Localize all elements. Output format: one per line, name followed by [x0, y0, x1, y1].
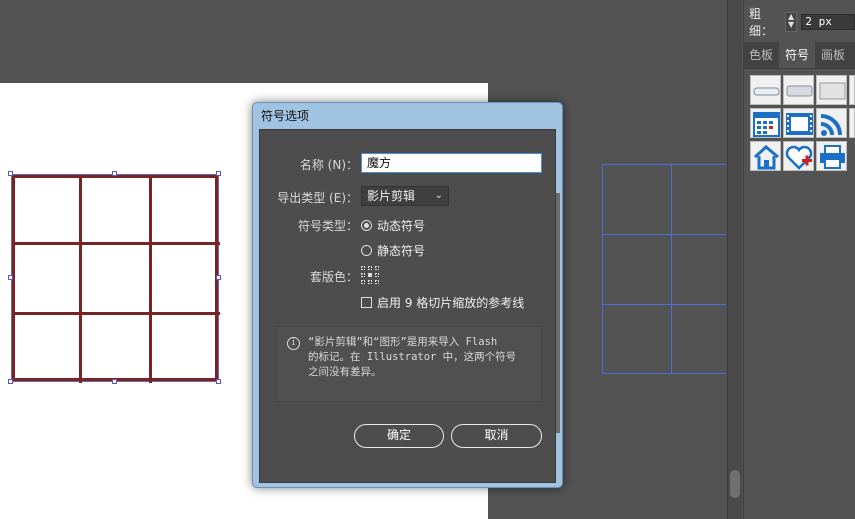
name-input[interactable]: 魔方 — [361, 153, 542, 173]
registration-label: 套版色： — [309, 270, 358, 284]
name-label: 名称 (N)： — [299, 158, 358, 172]
selection-handle[interactable] — [216, 379, 221, 384]
chevron-down-icon: ⌄ — [434, 190, 443, 201]
printer-icon[interactable] — [816, 141, 847, 171]
cube-line — [12, 242, 220, 245]
partial-icon[interactable] — [849, 108, 855, 138]
tab-swatches[interactable]: 色板 — [743, 42, 779, 68]
selection-handle[interactable] — [8, 275, 13, 280]
selection-handle[interactable] — [216, 171, 221, 176]
selection-handle[interactable] — [112, 171, 117, 176]
radio-checked-icon[interactable] — [361, 220, 372, 231]
selection-handle[interactable] — [8, 171, 13, 176]
radio-dynamic-label: 动态符号 — [377, 219, 426, 233]
symbol-type-label: 符号类型： — [297, 219, 358, 233]
selection-handle[interactable] — [216, 275, 221, 280]
panel-tabs: 色板 符号 画板 — [743, 42, 855, 69]
cube-grid-artwork[interactable] — [11, 174, 220, 383]
stroke-stepper[interactable]: ▲ ▼ — [784, 12, 798, 32]
tab-artboards[interactable]: 画板 — [815, 42, 851, 68]
cube-outline — [12, 175, 218, 381]
nine-slice-checkbox[interactable] — [361, 297, 372, 308]
cube-line — [149, 175, 152, 383]
info-icon: i — [287, 337, 300, 350]
button-plain-icon[interactable] — [816, 75, 847, 105]
scrollbar-thumb[interactable] — [730, 470, 740, 498]
export-type-select[interactable]: 影片剪辑 ⌄ — [361, 186, 449, 206]
export-type-value: 影片剪辑 — [367, 189, 416, 203]
heart-plus-icon[interactable] — [783, 141, 814, 171]
stroke-label: 粗细： — [749, 7, 774, 38]
cancel-button[interactable]: 取消 — [451, 424, 542, 448]
cube-line — [79, 175, 82, 383]
button-flat-icon[interactable] — [750, 75, 781, 105]
stroke-weight-row: 粗细： ▲ ▼ 2 px — [749, 7, 855, 38]
export-type-label: 导出类型 (E)： — [277, 191, 358, 205]
radio-static-label: 静态符号 — [377, 244, 426, 258]
ok-button[interactable]: 确定 — [354, 424, 444, 448]
info-box: i “影片剪辑”和“图形”是用来导入 Flash 的标记。在 Illustrat… — [276, 326, 542, 402]
radio-unchecked-icon[interactable] — [361, 245, 372, 256]
selection-handle[interactable] — [8, 379, 13, 384]
symbol-library — [750, 75, 855, 175]
dialog-body: 名称 (N)： 魔方 导出类型 (E)： 影片剪辑 ⌄ 符号类型： 动态符号 静… — [259, 129, 556, 483]
tab-symbols[interactable]: 符号 — [779, 42, 816, 68]
info-text: “影片剪辑”和“图形”是用来导入 Flash 的标记。在 Illustrator… — [308, 336, 517, 378]
stroke-weight-input[interactable]: 2 px — [801, 14, 855, 30]
button-partial-icon[interactable] — [849, 75, 855, 105]
nine-slice-label: 启用 9 格切片缩放的参考线 — [377, 296, 525, 310]
dialog-edge — [556, 193, 560, 433]
dialog-title: 符号选项 — [261, 109, 310, 123]
registration-grid-icon[interactable] — [361, 266, 381, 284]
film-icon[interactable] — [783, 108, 814, 138]
button-gradient-icon[interactable] — [783, 75, 814, 105]
radio-dynamic-symbol[interactable]: 动态符号 — [361, 217, 425, 234]
rss-icon[interactable] — [816, 108, 847, 138]
radio-static-symbol[interactable]: 静态符号 — [361, 242, 425, 259]
home-icon[interactable] — [750, 141, 781, 171]
selection-handle[interactable] — [112, 379, 117, 384]
canvas-vertical-scrollbar[interactable] — [727, 0, 742, 519]
calendar-icon[interactable] — [750, 108, 781, 138]
symbol-options-dialog: 符号选项 名称 (N)： 魔方 导出类型 (E)： 影片剪辑 ⌄ 符号类型： 动… — [252, 102, 563, 488]
guide-grid — [602, 164, 726, 374]
cube-line — [12, 312, 220, 315]
nine-slice-checkbox-row[interactable]: 启用 9 格切片缩放的参考线 — [361, 294, 524, 311]
